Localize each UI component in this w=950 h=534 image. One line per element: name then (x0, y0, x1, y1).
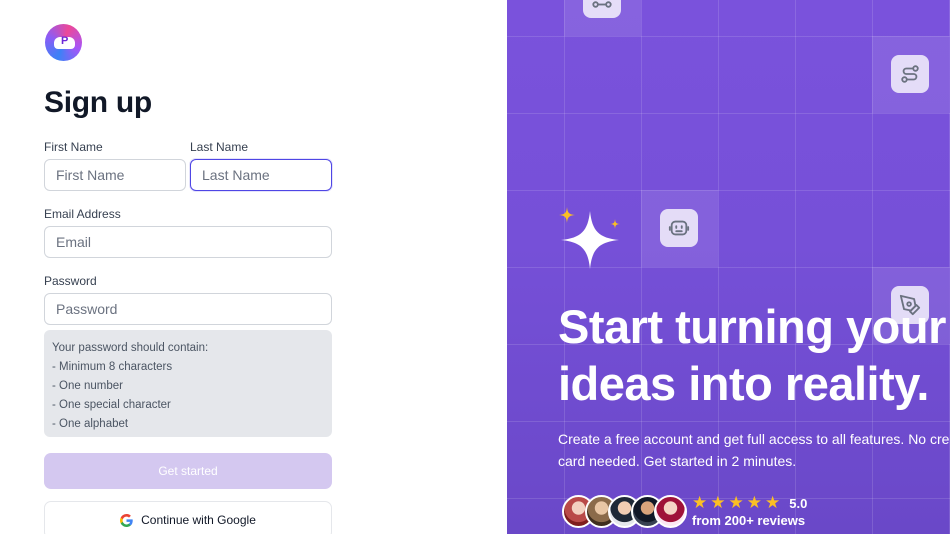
headline-line: ideas into reality. (558, 357, 929, 410)
grid-line (507, 421, 950, 422)
grid-line (507, 190, 950, 191)
subtext-line: card needed. Get started in 2 minutes. (558, 453, 797, 469)
star-icon: ★ (692, 493, 708, 512)
grid-line (507, 113, 950, 114)
reviewer-avatars (562, 495, 687, 529)
headline-line: Start turning your (558, 300, 946, 353)
star-icon: ★ (765, 493, 781, 512)
route-icon (891, 55, 929, 93)
rating-value: 5.0 (789, 495, 808, 511)
star-icon: ★ (710, 493, 726, 512)
first-name-label: First Name (44, 140, 103, 154)
last-name-label: Last Name (190, 140, 249, 154)
google-icon (120, 513, 133, 527)
last-name-field[interactable] (190, 159, 332, 191)
star-icon: ★ (728, 493, 744, 512)
promo-subtext: Create a free account and get full acces… (558, 428, 950, 472)
rating-stars: ★ ★ ★ ★ ★ 5.0 (692, 494, 807, 512)
get-started-button[interactable]: Get started (44, 453, 332, 489)
robot-icon (660, 209, 698, 247)
first-name-field[interactable] (44, 159, 186, 191)
password-rule: - One alphabet (52, 417, 129, 430)
password-field[interactable] (44, 293, 332, 325)
email-field[interactable] (44, 226, 332, 258)
reviews-count: from 200+ reviews (692, 513, 806, 528)
email-label: Email Address (44, 207, 121, 221)
password-requirements: Your password should contain: - Minimum … (44, 330, 332, 437)
password-requirements-intro: Your password should contain: (52, 342, 209, 354)
password-rule: - Minimum 8 characters (52, 360, 173, 373)
avatar (654, 495, 687, 528)
signup-panel: P Sign up First Name Last Name Email Add… (0, 0, 507, 534)
password-rule: - One number (52, 379, 123, 392)
google-button-label: Continue with Google (141, 513, 256, 527)
promo-headline: Start turning your ideas into reality. (558, 298, 950, 412)
star-icon: ★ (746, 493, 762, 512)
page-title: Sign up (44, 86, 152, 119)
continue-with-google-button[interactable]: Continue with Google (44, 501, 332, 534)
sparkle-icon (559, 207, 620, 269)
cloud-logo-icon: P (45, 24, 82, 61)
password-rule: - One special character (52, 398, 171, 411)
password-label: Password (44, 274, 97, 288)
subtext-line: Create a free account and get full acces… (558, 431, 950, 447)
connector-icon (583, 0, 621, 18)
